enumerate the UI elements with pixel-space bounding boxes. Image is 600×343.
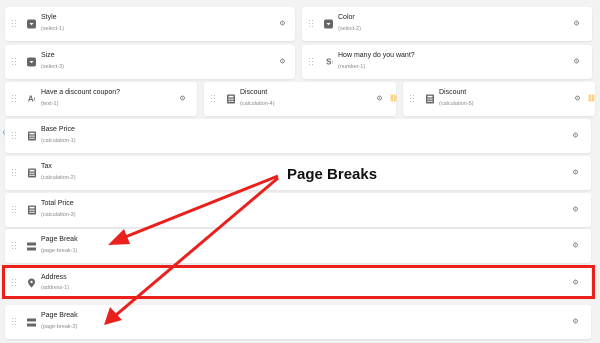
arrowhead-2	[104, 307, 122, 325]
arrowhead-1	[108, 229, 130, 245]
arrow-to-page-break-1	[119, 174, 279, 241]
annotation-arrows	[104, 174, 279, 325]
arrow-to-page-break-2	[115, 176, 279, 317]
